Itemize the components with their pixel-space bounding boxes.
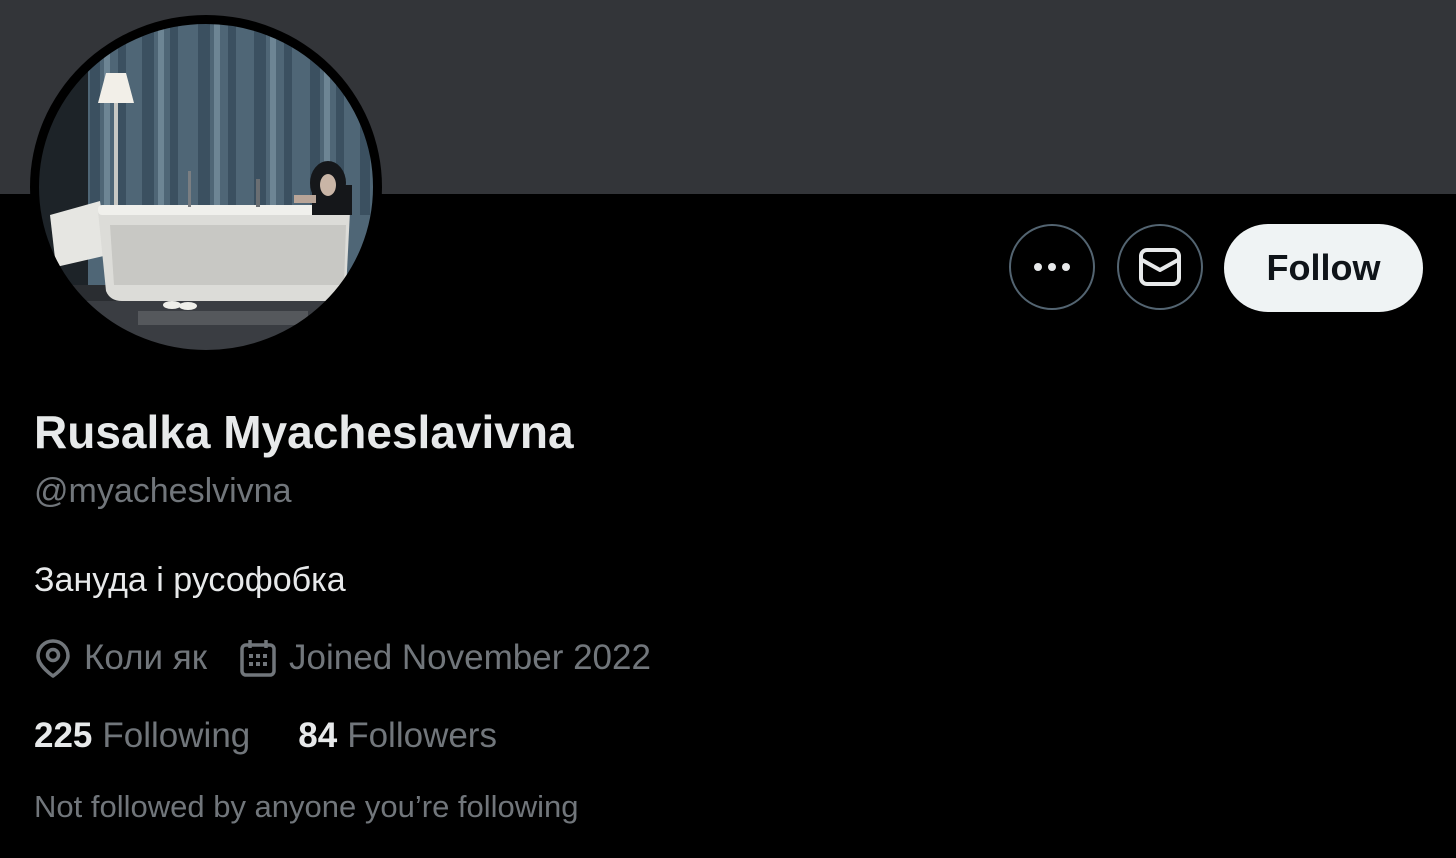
joined-date-text: Joined November 2022: [289, 638, 651, 677]
display-name: Rusalka Myacheslavivna: [34, 406, 574, 458]
avatar-photo: [33, 18, 379, 356]
mutuals-note: Not followed by anyone you’re following: [34, 789, 579, 824]
location-item: Коли як: [34, 638, 207, 678]
following-count: 225: [34, 716, 93, 755]
profile-avatar[interactable]: [30, 15, 382, 359]
message-button[interactable]: [1117, 224, 1203, 310]
joined-item: Joined November 2022: [239, 638, 651, 678]
followers-label: Followers: [347, 716, 497, 755]
more-options-button[interactable]: [1009, 224, 1095, 310]
location-text: Коли як: [84, 638, 208, 677]
profile-meta: Коли як Joined November 2022: [34, 632, 651, 684]
followers-count: 84: [298, 716, 338, 755]
user-handle: @myacheslvivna: [34, 472, 292, 510]
calendar-icon: [240, 640, 276, 677]
followers-link[interactable]: 84 Followers: [298, 716, 497, 756]
profile-bio: Зануда і русофобка: [34, 561, 346, 599]
profile-page: Follow Rusalka Myacheslavivna @myacheslv…: [0, 0, 1456, 858]
map-pin-icon: [36, 639, 70, 678]
more-horizontal-icon: [1034, 263, 1070, 271]
follow-stats: 225 Following 84 Followers: [34, 712, 497, 760]
envelope-icon: [1139, 248, 1181, 286]
following-link[interactable]: 225 Following: [34, 716, 250, 756]
following-label: Following: [102, 716, 251, 755]
follow-button[interactable]: Follow: [1224, 224, 1423, 312]
